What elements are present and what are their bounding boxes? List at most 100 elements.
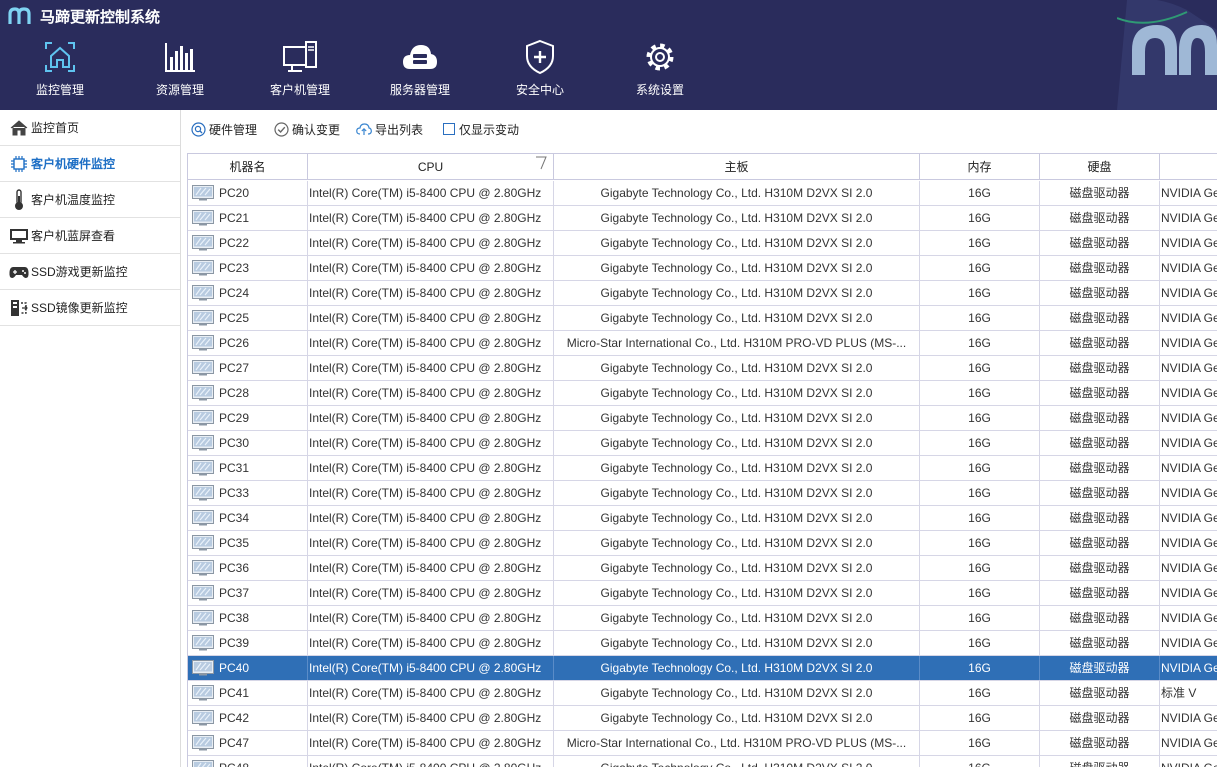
- cell-machine-name[interactable]: PC37: [188, 581, 308, 605]
- cell-machine-name[interactable]: PC47: [188, 731, 308, 755]
- table-row[interactable]: PC23 Intel(R) Core(TM) i5-8400 CPU @ 2.80…: [188, 256, 1217, 281]
- cell-gpu[interactable]: NVIDIA Ge: [1160, 656, 1217, 680]
- cell-motherboard[interactable]: Gigabyte Technology Co., Ltd. H310M D2VX…: [554, 181, 920, 205]
- cell-memory[interactable]: 16G: [920, 406, 1040, 430]
- cell-memory[interactable]: 16G: [920, 231, 1040, 255]
- table-row[interactable]: PC36 Intel(R) Core(TM) i5-8400 CPU @ 2.80…: [188, 556, 1217, 581]
- cell-memory[interactable]: 16G: [920, 706, 1040, 730]
- table-row[interactable]: PC39 Intel(R) Core(TM) i5-8400 CPU @ 2.80…: [188, 631, 1217, 656]
- cell-cpu[interactable]: Intel(R) Core(TM) i5-8400 CPU @ 2.80GHz: [308, 556, 554, 580]
- cell-cpu[interactable]: Intel(R) Core(TM) i5-8400 CPU @ 2.80GHz: [308, 281, 554, 305]
- table-row[interactable]: PC34 Intel(R) Core(TM) i5-8400 CPU @ 2.80…: [188, 506, 1217, 531]
- cell-machine-name[interactable]: PC33: [188, 481, 308, 505]
- cell-gpu[interactable]: NVIDIA Ge: [1160, 531, 1217, 555]
- cell-gpu[interactable]: NVIDIA Ge: [1160, 431, 1217, 455]
- table-row[interactable]: PC28 Intel(R) Core(TM) i5-8400 CPU @ 2.80…: [188, 381, 1217, 406]
- cell-motherboard[interactable]: Gigabyte Technology Co., Ltd. H310M D2VX…: [554, 206, 920, 230]
- cell-machine-name[interactable]: PC25: [188, 306, 308, 330]
- cell-disk[interactable]: 磁盘驱动器: [1040, 331, 1160, 355]
- table-row[interactable]: PC37 Intel(R) Core(TM) i5-8400 CPU @ 2.80…: [188, 581, 1217, 606]
- cell-cpu[interactable]: Intel(R) Core(TM) i5-8400 CPU @ 2.80GHz: [308, 681, 554, 705]
- cell-machine-name[interactable]: PC29: [188, 406, 308, 430]
- cell-disk[interactable]: 磁盘驱动器: [1040, 756, 1160, 767]
- table-row[interactable]: PC48 Intel(R) Core(TM) i5-8400 CPU @ 2.80…: [188, 756, 1217, 767]
- cell-disk[interactable]: 磁盘驱动器: [1040, 406, 1160, 430]
- column-header-motherboard[interactable]: 主板: [554, 154, 920, 180]
- cell-memory[interactable]: 16G: [920, 656, 1040, 680]
- cell-memory[interactable]: 16G: [920, 431, 1040, 455]
- cell-disk[interactable]: 磁盘驱动器: [1040, 506, 1160, 530]
- sidebar-item-ssd-game-update[interactable]: SSD游戏更新监控: [0, 254, 180, 290]
- cell-machine-name[interactable]: PC36: [188, 556, 308, 580]
- cell-motherboard[interactable]: Gigabyte Technology Co., Ltd. H310M D2VX…: [554, 606, 920, 630]
- cell-gpu[interactable]: NVIDIA Ge: [1160, 756, 1217, 767]
- cell-memory[interactable]: 16G: [920, 206, 1040, 230]
- cell-gpu[interactable]: NVIDIA Ge: [1160, 306, 1217, 330]
- cell-memory[interactable]: 16G: [920, 531, 1040, 555]
- cell-memory[interactable]: 16G: [920, 731, 1040, 755]
- cell-memory[interactable]: 16G: [920, 306, 1040, 330]
- cell-gpu[interactable]: NVIDIA Ge: [1160, 381, 1217, 405]
- cell-machine-name[interactable]: PC20: [188, 181, 308, 205]
- cell-disk[interactable]: 磁盘驱动器: [1040, 556, 1160, 580]
- cell-cpu[interactable]: Intel(R) Core(TM) i5-8400 CPU @ 2.80GHz: [308, 656, 554, 680]
- cell-motherboard[interactable]: Gigabyte Technology Co., Ltd. H310M D2VX…: [554, 231, 920, 255]
- table-row[interactable]: PC40 Intel(R) Core(TM) i5-8400 CPU @ 2.80…: [188, 656, 1217, 681]
- cell-motherboard[interactable]: Micro-Star International Co., Ltd. H310M…: [554, 331, 920, 355]
- table-row[interactable]: PC20 Intel(R) Core(TM) i5-8400 CPU @ 2.80…: [188, 181, 1217, 206]
- column-header-cpu[interactable]: CPU: [308, 154, 554, 180]
- cell-memory[interactable]: 16G: [920, 556, 1040, 580]
- table-row[interactable]: PC26 Intel(R) Core(TM) i5-8400 CPU @ 2.80…: [188, 331, 1217, 356]
- cell-machine-name[interactable]: PC30: [188, 431, 308, 455]
- cell-cpu[interactable]: Intel(R) Core(TM) i5-8400 CPU @ 2.80GHz: [308, 306, 554, 330]
- cell-machine-name[interactable]: PC34: [188, 506, 308, 530]
- cell-disk[interactable]: 磁盘驱动器: [1040, 681, 1160, 705]
- cell-disk[interactable]: 磁盘驱动器: [1040, 281, 1160, 305]
- sidebar-item-monitor-home[interactable]: 监控首页: [0, 110, 180, 146]
- cell-motherboard[interactable]: Micro-Star International Co., Ltd. H310M…: [554, 731, 920, 755]
- table-row[interactable]: PC29 Intel(R) Core(TM) i5-8400 CPU @ 2.80…: [188, 406, 1217, 431]
- cell-cpu[interactable]: Intel(R) Core(TM) i5-8400 CPU @ 2.80GHz: [308, 331, 554, 355]
- column-header-disk[interactable]: 硬盘: [1040, 154, 1160, 180]
- table-row[interactable]: PC38 Intel(R) Core(TM) i5-8400 CPU @ 2.80…: [188, 606, 1217, 631]
- cell-motherboard[interactable]: Gigabyte Technology Co., Ltd. H310M D2VX…: [554, 256, 920, 280]
- sidebar-item-ssd-image-update[interactable]: SSD镜像更新监控: [0, 290, 180, 326]
- sidebar-item-bluescreen-view[interactable]: 客户机蓝屏查看: [0, 218, 180, 254]
- cell-memory[interactable]: 16G: [920, 456, 1040, 480]
- cell-cpu[interactable]: Intel(R) Core(TM) i5-8400 CPU @ 2.80GHz: [308, 456, 554, 480]
- cell-gpu[interactable]: NVIDIA Ge: [1160, 406, 1217, 430]
- cell-gpu[interactable]: NVIDIA Ge: [1160, 456, 1217, 480]
- cell-memory[interactable]: 16G: [920, 506, 1040, 530]
- cell-gpu[interactable]: NVIDIA Ge: [1160, 331, 1217, 355]
- confirm-change-button[interactable]: 确认变更: [273, 121, 340, 138]
- cell-disk[interactable]: 磁盘驱动器: [1040, 706, 1160, 730]
- cell-memory[interactable]: 16G: [920, 181, 1040, 205]
- cell-machine-name[interactable]: PC21: [188, 206, 308, 230]
- cell-disk[interactable]: 磁盘驱动器: [1040, 206, 1160, 230]
- cell-motherboard[interactable]: Gigabyte Technology Co., Ltd. H310M D2VX…: [554, 406, 920, 430]
- table-row[interactable]: PC21 Intel(R) Core(TM) i5-8400 CPU @ 2.80…: [188, 206, 1217, 231]
- cell-disk[interactable]: 磁盘驱动器: [1040, 606, 1160, 630]
- cell-gpu[interactable]: 标准 V: [1160, 681, 1217, 705]
- cell-memory[interactable]: 16G: [920, 256, 1040, 280]
- cell-machine-name[interactable]: PC27: [188, 356, 308, 380]
- cell-gpu[interactable]: NVIDIA Ge: [1160, 606, 1217, 630]
- cell-motherboard[interactable]: Gigabyte Technology Co., Ltd. H310M D2VX…: [554, 506, 920, 530]
- checkbox-box[interactable]: [443, 123, 456, 135]
- cell-cpu[interactable]: Intel(R) Core(TM) i5-8400 CPU @ 2.80GHz: [308, 356, 554, 380]
- cell-gpu[interactable]: NVIDIA Ge: [1160, 581, 1217, 605]
- nav-tab-resources[interactable]: 资源管理: [120, 34, 240, 110]
- column-header-machine-name[interactable]: 机器名: [188, 154, 308, 180]
- cell-machine-name[interactable]: PC22: [188, 231, 308, 255]
- cell-disk[interactable]: 磁盘驱动器: [1040, 456, 1160, 480]
- cell-disk[interactable]: 磁盘驱动器: [1040, 431, 1160, 455]
- table-row[interactable]: PC25 Intel(R) Core(TM) i5-8400 CPU @ 2.80…: [188, 306, 1217, 331]
- cell-memory[interactable]: 16G: [920, 481, 1040, 505]
- cell-cpu[interactable]: Intel(R) Core(TM) i5-8400 CPU @ 2.80GHz: [308, 606, 554, 630]
- cell-gpu[interactable]: NVIDIA Ge: [1160, 631, 1217, 655]
- cell-machine-name[interactable]: PC38: [188, 606, 308, 630]
- cell-cpu[interactable]: Intel(R) Core(TM) i5-8400 CPU @ 2.80GHz: [308, 756, 554, 767]
- cell-memory[interactable]: 16G: [920, 356, 1040, 380]
- table-row[interactable]: PC22 Intel(R) Core(TM) i5-8400 CPU @ 2.80…: [188, 231, 1217, 256]
- cell-machine-name[interactable]: PC42: [188, 706, 308, 730]
